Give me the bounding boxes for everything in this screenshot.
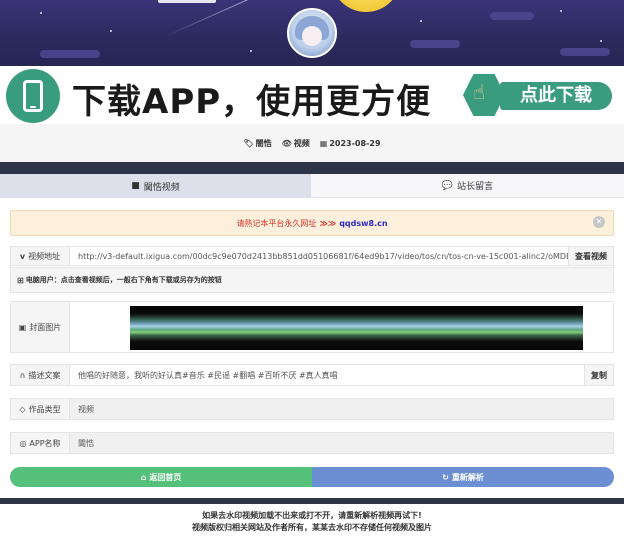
- hand-pointer-icon: ☝: [473, 80, 486, 104]
- tab-video[interactable]: ■ 閫悎视频: [0, 174, 311, 198]
- calendar-icon: ▦: [319, 138, 328, 148]
- tab-video-label: 閫悎视频: [143, 182, 180, 193]
- download-app-banner[interactable]: 下载APP，使用更方便 ☝ 点此下载: [0, 66, 624, 124]
- download-button[interactable]: 点此下载: [500, 82, 612, 110]
- pc-user-note: ⊞ 电脑用户：点击查看视频后，一般右下角有下载或另存为的按钮: [10, 267, 614, 293]
- comment-icon: 💬: [441, 180, 454, 191]
- video-url-label: v 视频地址: [10, 246, 70, 266]
- copy-button[interactable]: 复制: [585, 364, 614, 386]
- video-url-input[interactable]: http://v3-default.ixigua.com/00dc9c9e070…: [70, 246, 569, 266]
- app-name-field: 閫悎: [70, 432, 614, 454]
- work-type-label-text: 作品类型: [28, 404, 61, 414]
- video-url-label-text: 视频地址: [28, 251, 61, 261]
- meta-type: 👁 视频: [282, 138, 310, 149]
- refresh-icon: ↻: [442, 472, 449, 482]
- reparse-button[interactable]: ↻ 重新解析: [312, 467, 614, 487]
- meta-date: ▦ 2023-08-29: [320, 139, 381, 148]
- divider-bar: [0, 162, 624, 174]
- cloud: [410, 40, 460, 48]
- star: [560, 10, 562, 12]
- cloud: [560, 48, 610, 56]
- main-content: 请熟记本平台永久网址 ≫≫ qqdsw8.cn ✕ v 视频地址 http://…: [0, 198, 624, 498]
- cover-image-frame: [70, 301, 614, 353]
- notice-arrows: ≫≫: [319, 218, 337, 228]
- tag-icon: ◇: [19, 404, 26, 414]
- tab-bar: ■ 閫悎视频 💬 站长留言: [0, 174, 624, 198]
- banner-title: 下载APP，使用更方便: [72, 82, 432, 122]
- close-icon[interactable]: ✕: [593, 216, 605, 228]
- view-video-button[interactable]: 查看视频: [569, 246, 614, 266]
- star: [250, 50, 252, 52]
- cover-row: ▣ 封面图片: [10, 301, 614, 353]
- star: [600, 40, 602, 42]
- meta-type-text: 视频: [293, 138, 310, 148]
- action-buttons: ⌂ 返回首页 ↻ 重新解析: [10, 467, 614, 487]
- description-label-text: 描述文案: [28, 370, 61, 380]
- meta-author: 🏷 闇悎: [243, 138, 271, 149]
- star: [40, 12, 42, 14]
- cloud: [40, 50, 100, 58]
- pc-user-note-text: 电脑用户：点击查看视频后，一般右下角有下载或另存为的按钮: [25, 276, 222, 284]
- footer-line-2: 视频版权归相关网站及作者所有，某某去水印不存储任何视频及图片: [192, 523, 432, 532]
- reparse-label: 重新解析: [451, 472, 484, 482]
- notice-alert: 请熟记本平台永久网址 ≫≫ qqdsw8.cn ✕: [10, 210, 614, 236]
- cover-label-text: 封面图片: [29, 322, 62, 332]
- meta-date-text: 2023-08-29: [329, 138, 381, 148]
- video-meta: 🏷 闇悎 👁 视频 ▦ 2023-08-29: [0, 124, 624, 162]
- vimeo-icon: v: [19, 251, 26, 261]
- app-name-row: ◎ APP名称 閫悎: [10, 432, 614, 454]
- cover-image[interactable]: [130, 306, 583, 350]
- star: [420, 20, 422, 22]
- cover-label: ▣ 封面图片: [10, 301, 70, 353]
- back-home-button[interactable]: ⌂ 返回首页: [10, 467, 312, 487]
- work-type-row: ◇ 作品类型 视频: [10, 398, 614, 420]
- app-name-label: ◎ APP名称: [10, 432, 70, 454]
- avatar: [287, 8, 337, 58]
- app-name-label-text: APP名称: [29, 438, 61, 448]
- work-type-field: 视频: [70, 398, 614, 420]
- notice-text: 请熟记本平台永久网址: [236, 218, 317, 228]
- work-type-label: ◇ 作品类型: [10, 398, 70, 420]
- tab-admin-message[interactable]: 💬 站长留言: [311, 174, 624, 198]
- notice-link[interactable]: qqdsw8.cn: [339, 219, 387, 228]
- image-icon: ▣: [18, 322, 27, 332]
- eye-icon: 👁: [281, 138, 292, 148]
- video-url-row: v 视频地址 http://v3-default.ixigua.com/00dc…: [10, 246, 614, 266]
- back-home-label: 返回首页: [149, 472, 182, 482]
- headphones-icon: ∩: [19, 370, 26, 380]
- footer-line-1: 如果去水印视频加载不出来或打不开，请重新解析视频再试下!: [202, 511, 422, 520]
- windows-icon: ⊞: [17, 275, 24, 285]
- tab-admin-message-label: 站长留言: [457, 182, 494, 192]
- description-label: ∩ 描述文案: [10, 364, 70, 386]
- moon-decoration: [331, 0, 401, 12]
- hero-banner: [0, 0, 624, 66]
- meta-author-text: 闇悎: [255, 138, 272, 148]
- tag-icon: 🏷: [243, 138, 254, 148]
- home-icon: ⌂: [140, 472, 147, 482]
- video-icon: ■: [131, 181, 140, 191]
- description-input[interactable]: 他唱的好随意，我听的好认真#音乐 #民谣 #翻唱 #百听不厌 #真人真唱: [70, 364, 585, 386]
- shooting-star: [164, 0, 294, 37]
- target-icon: ◎: [19, 438, 27, 448]
- phone-icon: [23, 80, 43, 112]
- footer: 如果去水印视频加载不出来或打不开，请重新解析视频再试下! 视频版权归相关网站及作…: [0, 504, 624, 540]
- description-row: ∩ 描述文案 他唱的好随意，我听的好认真#音乐 #民谣 #翻唱 #百听不厌 #真…: [10, 364, 614, 386]
- hero-highlight: [158, 0, 216, 3]
- cloud: [490, 12, 534, 20]
- star: [110, 30, 112, 32]
